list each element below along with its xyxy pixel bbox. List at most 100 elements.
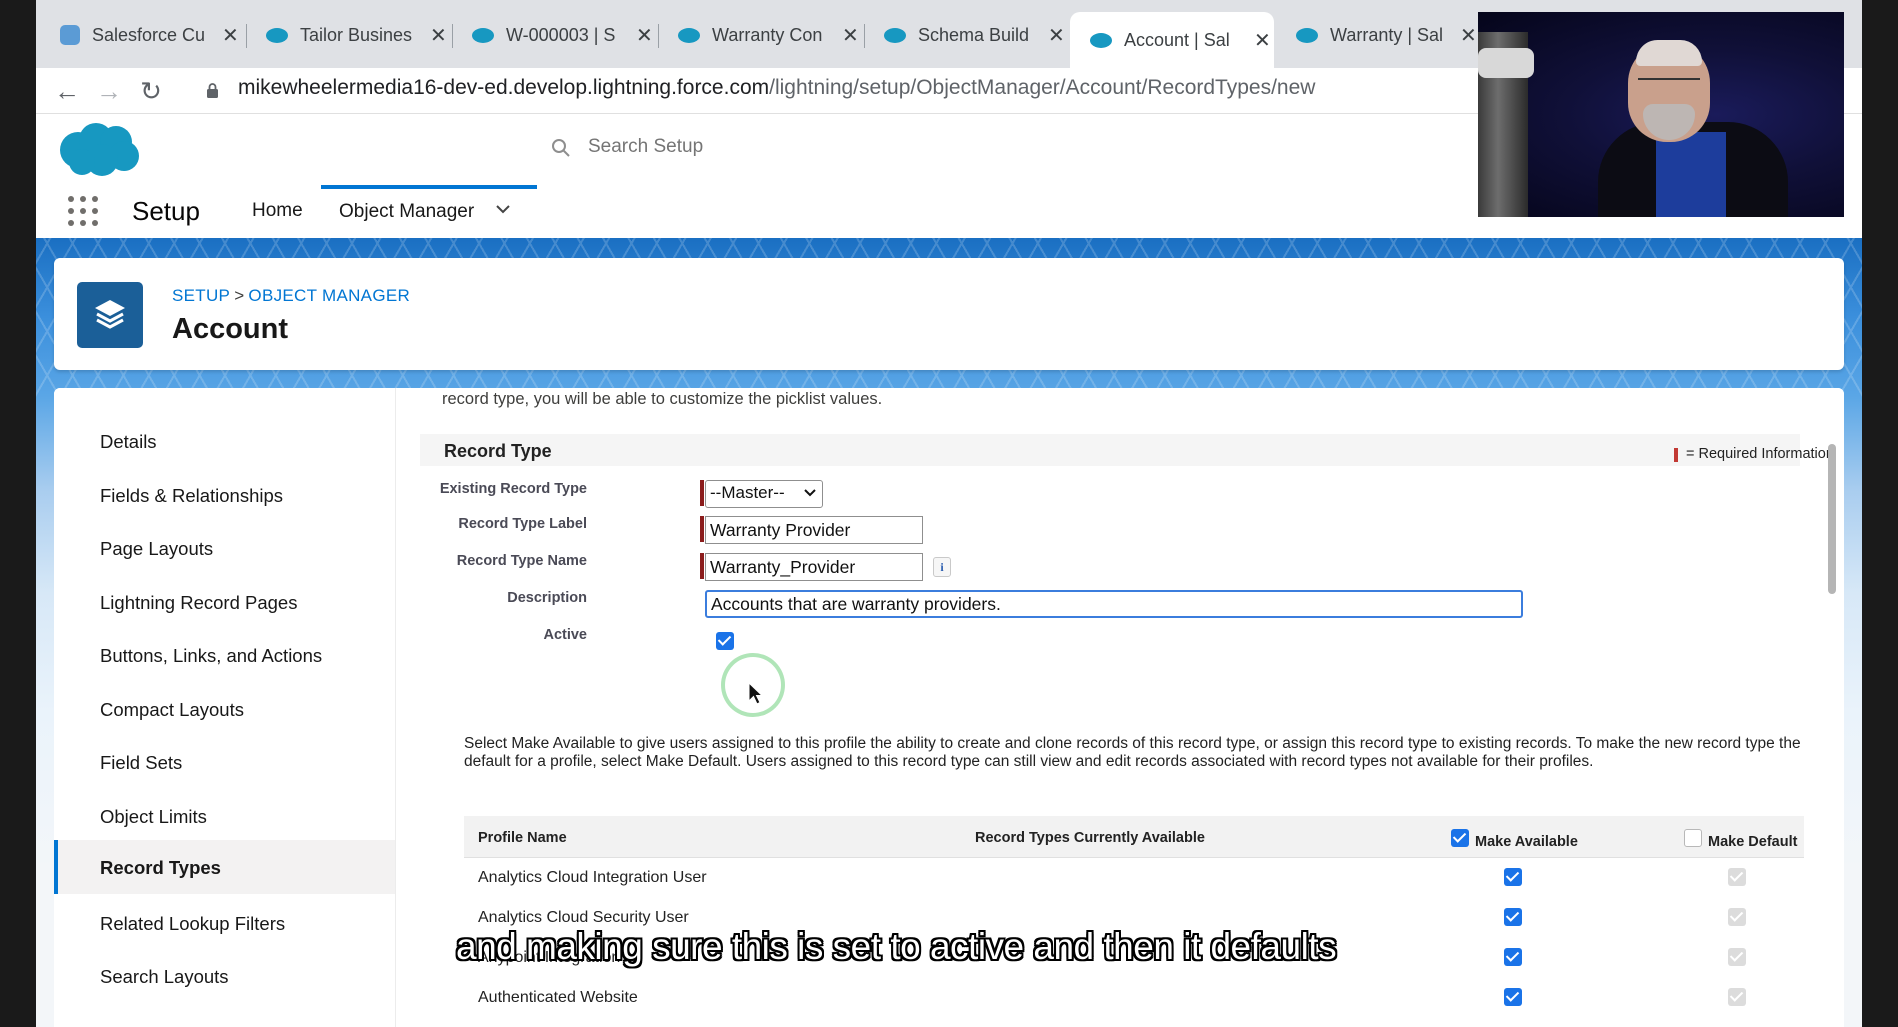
- salesforce-cloud-icon: [1090, 32, 1112, 48]
- profile-name: Authenticated Website: [478, 989, 638, 1006]
- browser-tab-active[interactable]: Account | Sal ✕: [1070, 12, 1274, 68]
- section-header: [420, 434, 1800, 466]
- chevron-down-icon: [804, 489, 816, 497]
- browser-tab[interactable]: W-000003 | S ✕: [452, 12, 659, 58]
- breadcrumb-separator: >: [234, 286, 245, 305]
- label-record-type-name: Record Type Name: [456, 553, 587, 569]
- make-available-checkbox[interactable]: [1504, 988, 1522, 1006]
- salesforce-cloud-icon: [1296, 27, 1318, 43]
- lamp-shade-graphic: [1478, 48, 1534, 78]
- reload-icon[interactable]: ↻: [136, 76, 166, 107]
- sidebar-item-field-sets[interactable]: Field Sets: [54, 739, 395, 791]
- record-type-label-input[interactable]: [705, 516, 923, 544]
- required-legend: = Required Information: [1686, 446, 1834, 462]
- tab-title: Salesforce Cu: [92, 24, 206, 45]
- make-default-all-checkbox[interactable]: [1684, 829, 1702, 847]
- tab-title: Warranty Con: [712, 24, 823, 45]
- make-default-checkbox[interactable]: [1728, 948, 1746, 966]
- layers-icon: [95, 300, 125, 329]
- object-sidebar: Details Fields & Relationships Page Layo…: [54, 388, 395, 1027]
- tab-title: Warranty | Sal: [1330, 24, 1444, 45]
- label-active: Active: [543, 627, 587, 643]
- browser-tab[interactable]: Schema Build ✕: [864, 12, 1069, 58]
- back-arrow-icon[interactable]: ←: [52, 76, 82, 107]
- make-default-checkbox[interactable]: [1728, 868, 1746, 886]
- browser-tab[interactable]: Tailor Busines ✕: [246, 12, 453, 58]
- salesforce-cloud-icon: [266, 27, 288, 43]
- salesforce-cloud-icon: [884, 27, 906, 43]
- close-icon[interactable]: ✕: [1254, 28, 1271, 53]
- browser-tab[interactable]: Warranty | Sal ✕: [1276, 12, 1481, 58]
- salesforce-logo[interactable]: [56, 120, 140, 178]
- nav-tab-home[interactable]: Home: [252, 200, 303, 222]
- close-icon[interactable]: ✕: [430, 23, 447, 48]
- sidebar-item-lightning-record-pages[interactable]: Lightning Record Pages: [54, 579, 395, 631]
- required-marker: [700, 516, 704, 542]
- help-text: Select Make Available to give users assi…: [464, 735, 1801, 770]
- page-title: Account: [172, 313, 288, 345]
- sidebar-item-object-limits[interactable]: Object Limits: [54, 793, 395, 845]
- sidebar-item-related-lookup-filters[interactable]: Related Lookup Filters: [54, 900, 395, 952]
- breadcrumb-setup[interactable]: SETUP: [172, 286, 230, 305]
- close-icon[interactable]: ✕: [1460, 23, 1477, 48]
- sidebar-item-buttons-links-actions[interactable]: Buttons, Links, and Actions: [54, 632, 395, 684]
- make-default-checkbox[interactable]: [1728, 988, 1746, 1006]
- tab-title: Account | Sal: [1124, 29, 1230, 50]
- url-field[interactable]: mikewheelermedia16-dev-ed.develop.lightn…: [238, 76, 1315, 100]
- close-icon[interactable]: ✕: [842, 23, 859, 48]
- info-icon[interactable]: i: [933, 557, 951, 577]
- sidebar-item-page-layouts[interactable]: Page Layouts: [54, 525, 395, 577]
- browser-tab[interactable]: Salesforce Cu ✕: [40, 12, 247, 58]
- profile-name: Analytics Cloud Integration User: [478, 869, 707, 886]
- label-existing-record-type: Existing Record Type: [439, 481, 587, 497]
- breadcrumb-object-manager[interactable]: OBJECT MANAGER: [248, 286, 410, 305]
- make-available-checkbox[interactable]: [1504, 868, 1522, 886]
- search-setup-input[interactable]: [588, 136, 888, 158]
- label-description: Description: [507, 590, 587, 606]
- sidebar-item-details[interactable]: Details: [54, 418, 395, 470]
- breadcrumb: SETUP > OBJECT MANAGER: [172, 286, 410, 306]
- make-available-checkbox[interactable]: [1504, 908, 1522, 926]
- presenter-hair: [1636, 40, 1702, 66]
- profile-name: Analytics Cloud Security User: [478, 909, 689, 926]
- make-default-checkbox[interactable]: [1728, 908, 1746, 926]
- browser-tab[interactable]: Warranty Con ✕: [658, 12, 865, 58]
- required-marker: [700, 553, 704, 579]
- url-path: /lightning/setup/ObjectManager/Account/R…: [769, 76, 1316, 99]
- chevron-down-icon[interactable]: [495, 204, 511, 214]
- required-marker: [1674, 448, 1678, 462]
- webcam-overlay: [1478, 12, 1844, 217]
- column-header-make-available: Make Available: [1475, 834, 1578, 850]
- presenter-glasses: [1638, 78, 1700, 90]
- nav-tab-object-manager[interactable]: Object Manager: [321, 185, 537, 238]
- mouse-cursor-icon: [748, 682, 764, 705]
- active-checkbox[interactable]: [716, 632, 734, 650]
- search-icon: [552, 139, 570, 157]
- salesforce-cloud-icon: [472, 27, 494, 43]
- existing-record-type-select[interactable]: --Master--: [705, 480, 823, 508]
- description-input[interactable]: [705, 590, 1523, 618]
- object-header-card: SETUP > OBJECT MANAGER Account: [54, 258, 1844, 370]
- sidebar-item-fields-relationships[interactable]: Fields & Relationships: [54, 472, 395, 524]
- close-icon[interactable]: ✕: [1048, 23, 1065, 48]
- record-type-name-input[interactable]: [705, 553, 923, 581]
- sidebar-item-compact-layouts[interactable]: Compact Layouts: [54, 686, 395, 738]
- intro-text: record type, you will be able to customi…: [442, 390, 883, 408]
- lock-icon[interactable]: [206, 83, 219, 98]
- make-available-checkbox[interactable]: [1504, 948, 1522, 966]
- close-icon[interactable]: ✕: [222, 23, 239, 48]
- column-header-current: Record Types Currently Available: [975, 830, 1205, 846]
- sidebar-item-record-types[interactable]: Record Types: [54, 840, 395, 894]
- select-value: --Master--: [710, 483, 785, 502]
- section-title: Record Type: [444, 441, 552, 461]
- sidebar-item-search-layouts[interactable]: Search Layouts: [54, 953, 395, 1005]
- forward-arrow-icon[interactable]: →: [94, 76, 124, 107]
- object-icon: [77, 282, 143, 348]
- close-icon[interactable]: ✕: [636, 23, 653, 48]
- required-marker: [700, 480, 704, 506]
- tab-title: W-000003 | S: [506, 24, 616, 45]
- make-available-all-checkbox[interactable]: [1451, 829, 1469, 847]
- app-launcher-icon[interactable]: [68, 196, 98, 226]
- scrollbar[interactable]: [1828, 444, 1836, 594]
- video-frame: Salesforce Cu ✕ Tailor Busines ✕ W-00000…: [0, 0, 1898, 1027]
